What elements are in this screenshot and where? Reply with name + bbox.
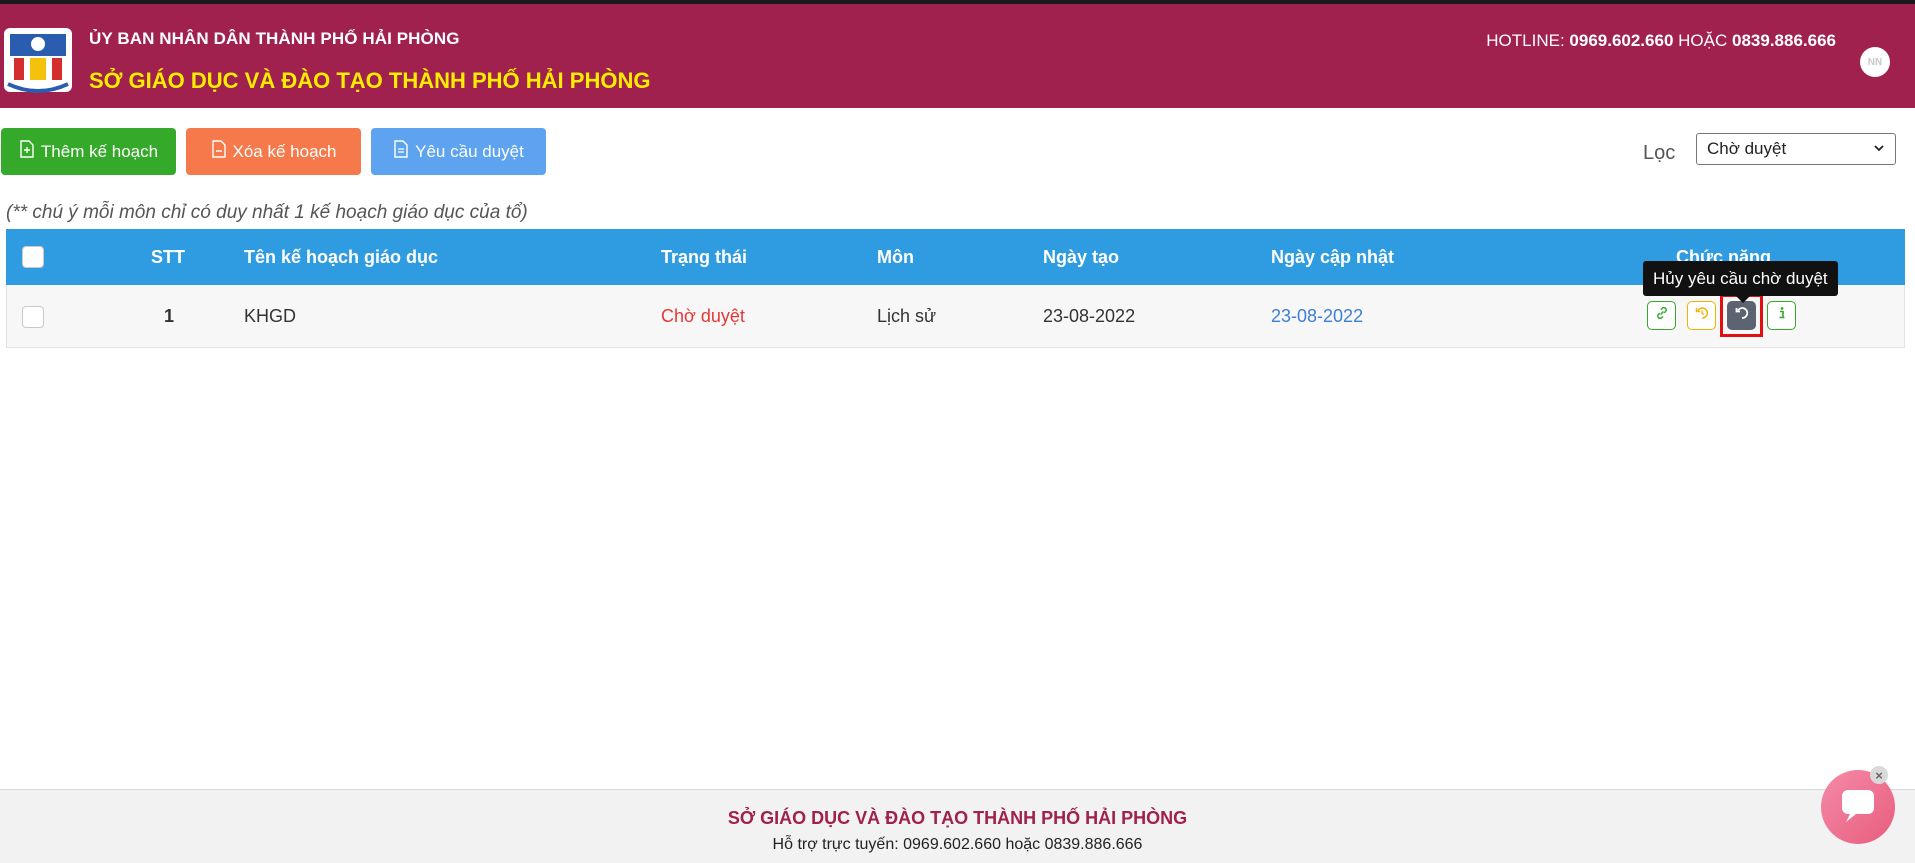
- select-all-cell: [22, 229, 44, 285]
- table-row: 1 KHGD Chờ duyệt Lịch sử 23-08-2022 23-0…: [6, 285, 1905, 348]
- chevron-down-icon: [1873, 139, 1885, 159]
- hotline-label: HOTLINE:: [1486, 31, 1565, 50]
- link-icon: [1655, 306, 1669, 325]
- header-name: Tên kế hoạch giáo dục: [244, 246, 439, 267]
- view-link-button[interactable]: [1647, 301, 1676, 330]
- plan-table: STT Tên kế hoạch giáo dục Trạng thái Môn…: [6, 229, 1905, 348]
- hotline: HOTLINE: 0969.602.660 HOẶC 0839.886.666: [1486, 31, 1836, 51]
- hotline-number-1: 0969.602.660: [1569, 31, 1674, 50]
- request-approval-label: Yêu cầu duyệt: [415, 141, 524, 161]
- footer-support: Hỗ trợ trực tuyến: 0969.602.660 hoặc 083…: [772, 836, 1143, 853]
- org-name: SỞ GIÁO DỤC VÀ ĐÀO TẠO THÀNH PHỐ HẢI PHÒ…: [89, 68, 651, 93]
- org-parent-name: ỦY BAN NHÂN DÂN THÀNH PHỐ HẢI PHÒNG: [89, 29, 460, 48]
- delete-plan-button[interactable]: Xóa kế hoạch: [186, 128, 361, 175]
- header-updated: Ngày cập nhật: [1271, 246, 1395, 267]
- status-filter-select[interactable]: Chờ duyệt: [1696, 133, 1896, 165]
- file-plus-icon: [19, 140, 35, 163]
- delete-plan-label: Xóa kế hoạch: [232, 141, 337, 161]
- file-send-icon: [393, 140, 409, 163]
- info-icon: [1775, 306, 1789, 325]
- row-checkbox[interactable]: [22, 305, 44, 328]
- add-plan-label: Thêm kế hoạch: [40, 141, 159, 161]
- site-footer: SỞ GIÁO DỤC VÀ ĐÀO TẠO THÀNH PHỐ HẢI PHÒ…: [0, 789, 1915, 863]
- logo-icon[interactable]: [0, 18, 76, 100]
- hotline-or: HOẶC: [1678, 31, 1728, 50]
- info-button[interactable]: [1767, 301, 1796, 330]
- select-all-checkbox[interactable]: [22, 246, 44, 268]
- row-select-cell: [22, 285, 44, 348]
- row-created-date: 23-08-2022: [1043, 306, 1136, 326]
- tooltip: Hủy yêu cầu chờ duyệt: [1643, 261, 1838, 296]
- undo-icon: [1695, 306, 1709, 325]
- row-status: Chờ duyệt: [661, 306, 745, 326]
- row-subject: Lịch sử: [877, 306, 937, 326]
- file-delete-icon: [211, 140, 227, 163]
- hotline-number-2: 0839.886.666: [1732, 31, 1836, 50]
- table-header: STT Tên kế hoạch giáo dục Trạng thái Môn…: [6, 229, 1905, 285]
- filter-selected-value: Chờ duyệt: [1707, 139, 1787, 158]
- footer-title: SỞ GIÁO DỤC VÀ ĐÀO TẠO THÀNH PHỐ HẢI PHÒ…: [727, 808, 1188, 828]
- header-stt: STT: [151, 246, 185, 267]
- row-stt: 1: [164, 306, 175, 326]
- plan-note: (** chú ý mỗi môn chỉ có duy nhất 1 kế h…: [6, 202, 528, 223]
- header-status: Trạng thái: [661, 246, 748, 267]
- tooltip-arrow: [1736, 296, 1750, 303]
- history-button[interactable]: [1687, 301, 1716, 330]
- chat-icon: [1838, 786, 1878, 829]
- site-header: ỦY BAN NHÂN DÂN THÀNH PHỐ HẢI PHÒNG SỞ G…: [0, 4, 1915, 108]
- header-subject: Môn: [877, 246, 914, 267]
- avatar[interactable]: NN: [1860, 47, 1890, 77]
- header-created: Ngày tạo: [1043, 246, 1120, 267]
- filter-label: Lọc: [1643, 142, 1676, 164]
- row-plan-name: KHGD: [244, 306, 297, 326]
- row-updated-date[interactable]: 23-08-2022: [1271, 285, 1363, 348]
- close-icon[interactable]: ×: [1870, 766, 1888, 784]
- request-approval-button[interactable]: Yêu cầu duyệt: [371, 128, 546, 175]
- add-plan-button[interactable]: Thêm kế hoạch: [1, 128, 176, 175]
